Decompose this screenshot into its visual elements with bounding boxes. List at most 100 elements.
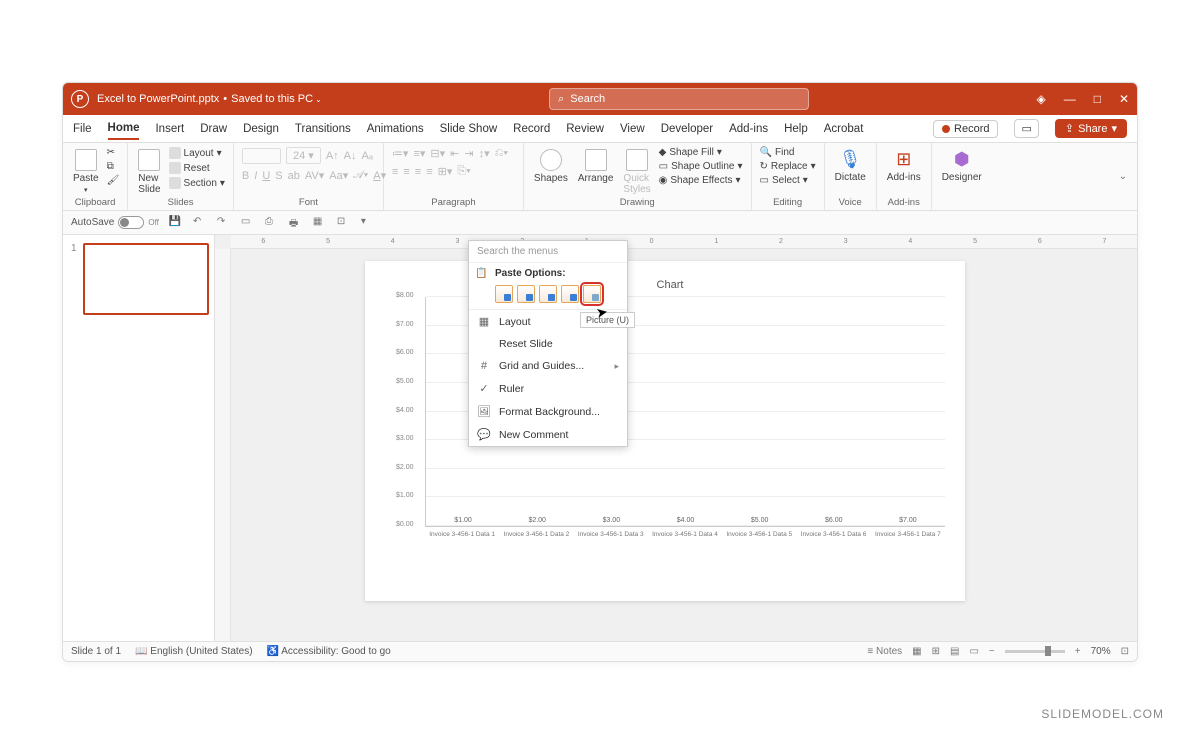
tab-slideshow[interactable]: Slide Show: [440, 119, 498, 139]
context-reset-slide[interactable]: Reset Slide: [469, 333, 627, 355]
tab-file[interactable]: File: [73, 119, 92, 139]
share-button[interactable]: ⇪ Share ▾: [1055, 119, 1127, 138]
search-placeholder: Search: [570, 93, 605, 105]
shape-effects-button[interactable]: ◉ Shape Effects ▾: [659, 175, 743, 186]
reset-button[interactable]: Reset: [169, 162, 225, 174]
quick-styles-button[interactable]: Quick Styles: [621, 147, 652, 197]
dictate-button[interactable]: 🎙Dictate: [833, 147, 868, 185]
designer-button[interactable]: ⬢Designer: [940, 147, 984, 185]
slide-number: 1: [71, 243, 77, 254]
notes-button[interactable]: ≡ Notes: [867, 646, 902, 657]
qat-icon[interactable]: ▭: [241, 216, 255, 230]
paste-option-2[interactable]: [517, 285, 535, 303]
tab-home[interactable]: Home: [108, 118, 140, 140]
tab-record[interactable]: Record: [513, 119, 550, 139]
language-status[interactable]: 📖 English (United States): [135, 646, 253, 657]
tab-insert[interactable]: Insert: [155, 119, 184, 139]
tab-view[interactable]: View: [620, 119, 645, 139]
paste-option-picture[interactable]: [583, 285, 601, 303]
file-name[interactable]: Excel to PowerPoint.pptx: [97, 93, 219, 105]
context-new-comment[interactable]: 💬New Comment: [469, 423, 627, 446]
cursor-icon: ➤: [595, 303, 610, 322]
present-button[interactable]: ▭: [1014, 119, 1038, 138]
slide-thumbnails: 1: [63, 235, 215, 641]
slideshow-view-icon[interactable]: ▭: [969, 646, 978, 657]
tab-developer[interactable]: Developer: [661, 119, 713, 139]
layout-button[interactable]: Layout ▾: [169, 147, 225, 159]
ribbon-voice: 🎙Dictate Voice: [825, 143, 877, 210]
accessibility-status[interactable]: ♿ Accessibility: Good to go: [267, 646, 391, 657]
search-box[interactable]: ⌕ Search: [549, 88, 809, 110]
minimize-button[interactable]: —: [1064, 92, 1076, 106]
vertical-ruler: [215, 249, 231, 641]
qat-more-icon[interactable]: ▾: [361, 216, 375, 230]
slide-counter[interactable]: Slide 1 of 1: [71, 646, 121, 657]
tab-review[interactable]: Review: [566, 119, 604, 139]
section-button[interactable]: Section ▾: [169, 177, 225, 189]
paste-option-1[interactable]: [495, 285, 513, 303]
tab-addins[interactable]: Add-ins: [729, 119, 768, 139]
format-painter-icon[interactable]: 🖌: [107, 175, 120, 186]
zoom-in-button[interactable]: +: [1075, 646, 1081, 657]
zoom-out-button[interactable]: −: [989, 646, 995, 657]
paste-option-3[interactable]: [539, 285, 557, 303]
paste-option-4[interactable]: [561, 285, 579, 303]
collapse-ribbon-button[interactable]: ⌄: [1109, 165, 1137, 188]
shape-outline-button[interactable]: ▭ Shape Outline ▾: [659, 161, 743, 172]
quick-access-toolbar: AutoSaveOff 💾 ↶ ↷ ▭ ⎙ 🖶 ▦ ⊡ ▾: [63, 211, 1137, 235]
context-menu: Search the menus 📋 Paste Options: ▦Layou…: [468, 240, 628, 447]
normal-view-icon[interactable]: ▦: [912, 646, 921, 657]
watermark: SLIDEMODEL.COM: [1041, 707, 1164, 721]
tab-animations[interactable]: Animations: [367, 119, 424, 139]
menu-tabs: File Home Insert Draw Design Transitions…: [63, 115, 1137, 143]
shape-fill-button[interactable]: ◆ Shape Fill ▾: [659, 147, 743, 158]
save-status[interactable]: Saved to this PC: [231, 93, 313, 105]
select-button[interactable]: ▭ Select ▾: [760, 175, 816, 186]
ribbon-editing: 🔍 Find ↻ Replace ▾ ▭ Select ▾ Editing: [752, 143, 825, 210]
new-slide-button[interactable]: New Slide: [136, 147, 162, 197]
reading-view-icon[interactable]: ▤: [950, 646, 959, 657]
tab-transitions[interactable]: Transitions: [295, 119, 351, 139]
shapes-button[interactable]: Shapes: [532, 147, 570, 186]
zoom-level[interactable]: 70%: [1091, 646, 1111, 657]
save-icon[interactable]: 💾: [169, 216, 183, 230]
redo-icon[interactable]: ↷: [217, 216, 231, 230]
context-ruler[interactable]: ✓Ruler: [469, 377, 627, 400]
ribbon-paragraph: ≔▾≡▾⊟▾⇤⇥↕▾⎌▾ ≡≡≡≡⊞▾⎘▾ Paragraph: [384, 143, 524, 210]
record-button[interactable]: Record: [933, 120, 998, 138]
paste-button[interactable]: Paste▾: [71, 147, 101, 196]
maximize-button[interactable]: □: [1094, 92, 1101, 106]
status-bar: Slide 1 of 1 📖 English (United States) ♿…: [63, 641, 1137, 661]
autosave-toggle[interactable]: AutoSaveOff: [71, 216, 159, 229]
context-grid-guides[interactable]: #Grid and Guides...▸: [469, 355, 627, 377]
copy-icon[interactable]: ⧉: [107, 161, 120, 172]
qat-icon[interactable]: ▦: [313, 216, 327, 230]
context-search[interactable]: Search the menus: [469, 241, 627, 263]
diamond-icon[interactable]: ◈: [1036, 92, 1045, 106]
ribbon-slides: New Slide Layout ▾ Reset Section ▾ Slide…: [128, 143, 234, 210]
qat-icon[interactable]: ⊡: [337, 216, 351, 230]
slide-canvas[interactable]: Chart $0.00$1.00$2.00$3.00$4.00$5.00$6.0…: [365, 261, 965, 601]
arrange-button[interactable]: Arrange: [576, 147, 616, 186]
context-format-background[interactable]: 🖼Format Background...: [469, 400, 627, 423]
replace-button[interactable]: ↻ Replace ▾: [760, 161, 816, 172]
addins-button[interactable]: ⊞Add-ins: [885, 147, 923, 185]
qat-icon[interactable]: 🖶: [289, 216, 303, 230]
sorter-view-icon[interactable]: ⊞: [932, 646, 940, 657]
slide-thumbnail[interactable]: [83, 243, 209, 315]
canvas-area: 65432101234567 Chart $0.00$1.00$2.00$3.0…: [215, 235, 1137, 641]
ribbon-drawing: Shapes Arrange Quick Styles ◆ Shape Fill…: [524, 143, 752, 210]
qat-icon[interactable]: ⎙: [265, 216, 279, 230]
zoom-slider[interactable]: [1005, 650, 1065, 653]
tab-acrobat[interactable]: Acrobat: [824, 119, 864, 139]
cut-icon[interactable]: ✂: [107, 147, 120, 158]
close-button[interactable]: ✕: [1119, 92, 1129, 106]
horizontal-ruler: 65432101234567: [231, 235, 1137, 249]
fit-button[interactable]: ⊡: [1121, 646, 1129, 657]
title-bar: P Excel to PowerPoint.pptx • Saved to th…: [63, 83, 1137, 115]
tab-help[interactable]: Help: [784, 119, 808, 139]
tab-design[interactable]: Design: [243, 119, 279, 139]
undo-icon[interactable]: ↶: [193, 216, 207, 230]
find-button[interactable]: 🔍 Find: [760, 147, 816, 158]
tab-draw[interactable]: Draw: [200, 119, 227, 139]
